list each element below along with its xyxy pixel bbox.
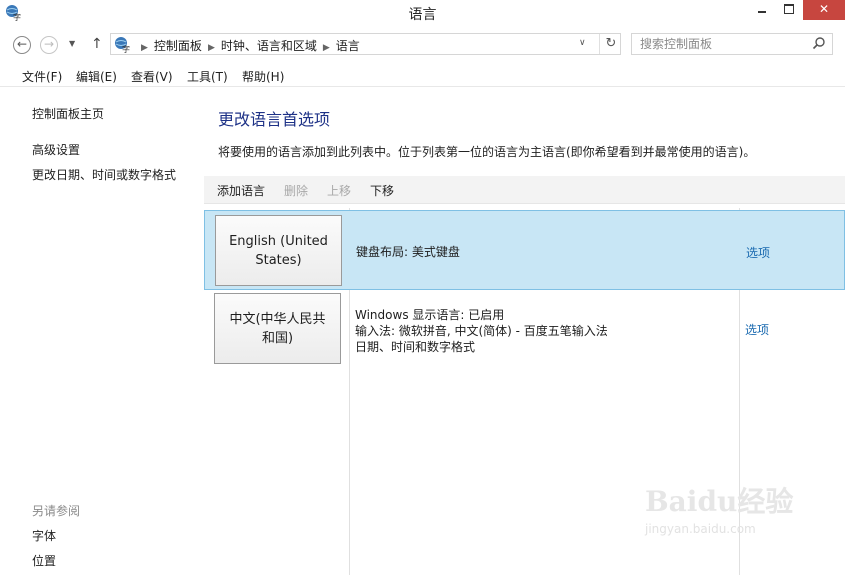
menu-file[interactable]: 文件(F): [22, 68, 62, 85]
date-time-format-text: 日期、时间和数字格式: [355, 340, 476, 354]
breadcrumb-separator-icon: ▶: [207, 43, 215, 53]
keyboard-layout-text: 键盘布局: 美式键盘: [356, 245, 460, 259]
up-button[interactable]: ↑: [91, 36, 103, 52]
breadcrumb-separator-icon: ▶: [322, 43, 330, 53]
maximize-button[interactable]: [776, 0, 803, 20]
options-link[interactable]: 选项: [746, 244, 770, 261]
address-dropdown-button[interactable]: ∨: [579, 38, 586, 48]
breadcrumb-clock-language-region[interactable]: 时钟、语言和区域: [221, 39, 317, 53]
location-link[interactable]: 位置: [32, 552, 56, 569]
address-bar[interactable]: 字 ▶ 控制面板 ▶ 时钟、语言和区域 ▶ 语言 ∨ ↻: [110, 33, 621, 55]
menu-tools[interactable]: 工具(T): [187, 68, 228, 85]
input-method-text: 输入法: 微软拼音, 中文(简体) - 百度五笔输入法: [355, 324, 608, 338]
close-button[interactable]: ✕: [803, 0, 845, 20]
page-description: 将要使用的语言添加到此列表中。位于列表第一位的语言为主语言(即你希望看到并最常使…: [218, 145, 756, 159]
language-details: Windows 显示语言: 已启用 输入法: 微软拼音, 中文(简体) - 百度…: [355, 307, 608, 355]
breadcrumb: ▶ 控制面板 ▶ 时钟、语言和区域 ▶ 语言: [135, 37, 360, 54]
language-toolbar: 添加语言 删除 上移 下移: [204, 176, 845, 204]
search-box: [631, 33, 833, 55]
page-title: 更改语言首选项: [218, 110, 331, 129]
add-language-button[interactable]: 添加语言: [217, 182, 265, 199]
navigation-bar: ← → ▼ ↑ 字 ▶ 控制面板 ▶ 时钟、语言和区域 ▶ 语言 ∨ ↻: [0, 28, 845, 60]
options-link[interactable]: 选项: [745, 321, 769, 338]
language-tile[interactable]: English (United States): [215, 215, 342, 286]
menu-bar: 文件(F) 编辑(E) 查看(V) 工具(T) 帮助(H): [0, 64, 845, 87]
control-panel-home-link[interactable]: 控制面板主页: [32, 105, 104, 122]
title-bar: 字 语言 ✕: [0, 0, 845, 26]
move-up-button[interactable]: 上移: [327, 182, 351, 199]
forward-arrow-icon: →: [43, 37, 55, 51]
refresh-icon: ↻: [605, 36, 617, 51]
language-row-english[interactable]: English (United States) 键盘布局: 美式键盘 选项: [204, 210, 845, 290]
minimize-icon: [758, 11, 766, 13]
menu-help[interactable]: 帮助(H): [242, 68, 284, 85]
control-panel-globe-icon: 字: [115, 37, 130, 53]
watermark-url: jingyan.baidu.com: [645, 522, 756, 536]
svg-text:字: 字: [122, 44, 130, 53]
recent-locations-dropdown[interactable]: ▼: [69, 39, 75, 48]
change-date-time-format-link[interactable]: 更改日期、时间或数字格式: [32, 166, 176, 183]
breadcrumb-control-panel[interactable]: 控制面板: [154, 39, 202, 53]
language-tile[interactable]: 中文(中华人民共和国): [214, 293, 341, 364]
chevron-down-icon: ▼: [69, 39, 76, 48]
up-arrow-icon: ↑: [91, 36, 103, 52]
see-also-heading: 另请参阅: [32, 504, 81, 518]
language-row-chinese[interactable]: 中文(中华人民共和国) Windows 显示语言: 已启用 输入法: 微软拼音,…: [204, 292, 845, 372]
chevron-down-icon: ∨: [579, 38, 586, 48]
menu-edit[interactable]: 编辑(E): [76, 68, 117, 85]
menu-view[interactable]: 查看(V): [131, 68, 173, 85]
watermark: Baidu经验 jingyan.baidu.com: [645, 480, 793, 536]
language-details: 键盘布局: 美式键盘: [356, 244, 460, 260]
maximize-icon: [784, 4, 794, 14]
search-input[interactable]: [632, 34, 815, 54]
back-arrow-icon: ←: [16, 37, 28, 51]
window-title: 语言: [408, 7, 437, 23]
breadcrumb-language[interactable]: 语言: [336, 39, 360, 53]
advanced-settings-link[interactable]: 高级设置: [32, 141, 80, 158]
move-down-button[interactable]: 下移: [370, 182, 394, 199]
fonts-link[interactable]: 字体: [32, 527, 56, 544]
forward-button[interactable]: →: [40, 36, 58, 54]
display-language-text: Windows 显示语言: 已启用: [355, 308, 505, 322]
watermark-brand: Baidu经验: [645, 485, 794, 518]
back-button[interactable]: ←: [13, 36, 31, 54]
minimize-button[interactable]: [749, 0, 776, 20]
close-icon: ✕: [818, 2, 830, 16]
search-icon[interactable]: [812, 36, 826, 50]
breadcrumb-separator-icon: ▶: [141, 43, 148, 53]
refresh-button[interactable]: ↻: [599, 34, 622, 54]
remove-button[interactable]: 删除: [284, 182, 308, 199]
